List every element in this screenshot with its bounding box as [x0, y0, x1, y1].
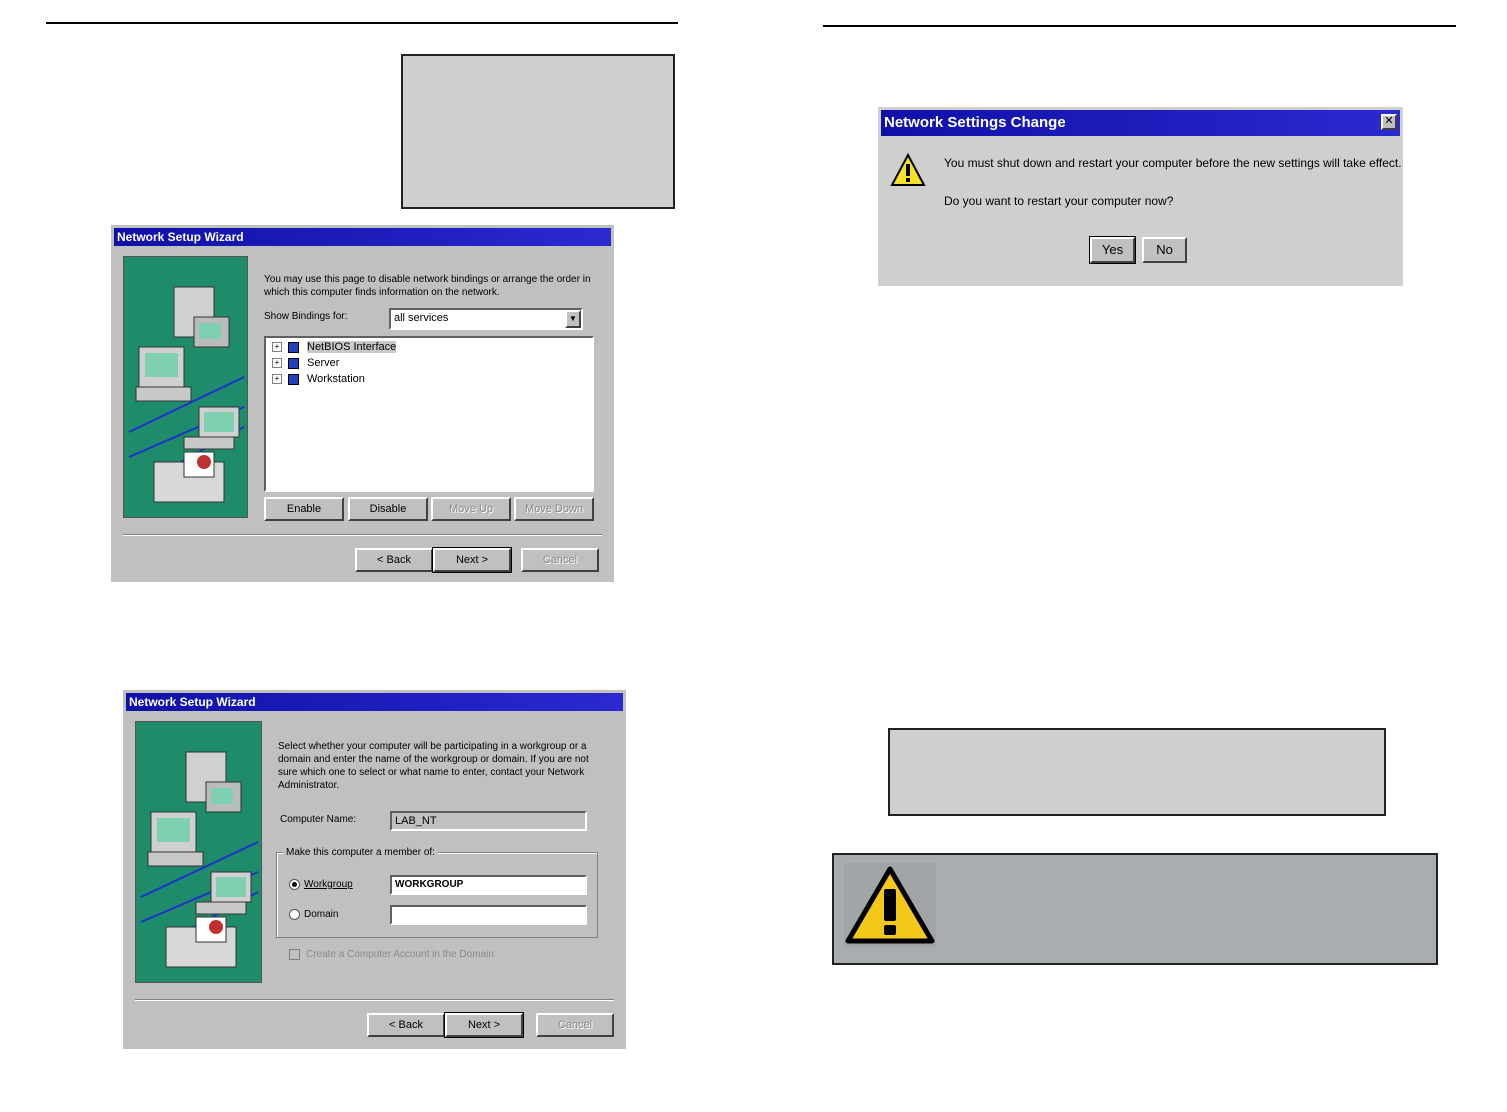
caution-triangle-icon [890, 153, 926, 186]
expand-icon[interactable]: + [272, 358, 282, 369]
network-icon [288, 373, 299, 385]
show-bindings-select[interactable]: all services ▼ [389, 308, 583, 330]
radio-selected-icon[interactable] [289, 878, 300, 890]
right-page-top-rule [823, 25, 1456, 27]
restart-question: Do you want to restart your computer now… [944, 194, 1174, 208]
network-icon [288, 357, 299, 369]
create-account-checkbox[interactable]: Create a Computer Account in the Domain [289, 948, 494, 961]
warning-triangle-icon [845, 866, 935, 944]
dialog-separator [135, 999, 614, 1001]
warning-box [832, 853, 1438, 965]
expand-icon[interactable]: + [272, 374, 282, 385]
back-button[interactable]: < Back [367, 1013, 445, 1037]
dialog-title: Network Settings Change [881, 110, 1400, 136]
tree-item[interactable]: + Workstation [272, 372, 365, 387]
workgroup-radio[interactable]: Workgroup [289, 878, 353, 891]
network-icon [288, 341, 299, 353]
network-computers-image [140, 751, 259, 968]
yes-button[interactable]: Yes [1089, 236, 1136, 264]
member-of-groupbox [276, 852, 598, 938]
cancel-button[interactable]: Cancel [521, 548, 599, 572]
next-button[interactable]: Next > [432, 547, 512, 573]
network-illustration [123, 256, 248, 518]
network-computers-image [128, 286, 245, 503]
network-setup-wizard-workgroup-dialog: Network Setup Wizard Select whether your… [123, 690, 626, 1049]
workgroup-label: Workgroup [304, 879, 353, 890]
tree-item[interactable]: + Server [272, 356, 339, 371]
left-page-top-rule [46, 22, 678, 24]
domain-radio[interactable]: Domain [289, 908, 338, 921]
bindings-description: You may use this page to disable network… [264, 274, 591, 298]
disable-button[interactable]: Disable [348, 497, 428, 521]
dialog-separator [123, 534, 602, 536]
show-bindings-value: all services [394, 312, 449, 324]
back-button[interactable]: < Back [355, 548, 433, 572]
no-button[interactable]: No [1142, 237, 1187, 263]
warning-icon-panel [844, 863, 936, 947]
computer-name-field: LAB_NT [390, 811, 587, 831]
enable-button[interactable]: Enable [264, 497, 344, 521]
move-up-button[interactable]: Move Up [431, 497, 511, 521]
network-illustration [135, 721, 262, 983]
network-setup-wizard-bindings-dialog: Network Setup Wizard You may use this pa… [111, 225, 614, 582]
note-box-top-left [401, 54, 675, 209]
workgroup-description: Select whether your computer will be par… [278, 741, 589, 791]
checkbox-icon[interactable] [289, 948, 300, 960]
next-button[interactable]: Next > [444, 1012, 524, 1038]
tree-item[interactable]: + NetBIOS Interface [272, 340, 397, 355]
domain-label: Domain [304, 909, 339, 920]
note-box-right [888, 728, 1386, 816]
dialog-title: Network Setup Wizard [126, 693, 623, 711]
dialog-title: Network Setup Wizard [114, 228, 611, 246]
bindings-tree[interactable]: + NetBIOS Interface + Server + Workstation [264, 336, 594, 492]
expand-icon[interactable]: + [272, 342, 282, 353]
computer-name-label: Computer Name: [280, 814, 357, 825]
workgroup-field[interactable]: WORKGROUP [390, 875, 587, 895]
close-icon[interactable]: ✕ [1381, 114, 1397, 130]
network-settings-change-dialog: Network Settings Change ✕ You must shut … [878, 107, 1403, 286]
cancel-button[interactable]: Cancel [536, 1013, 614, 1037]
move-down-button[interactable]: Move Down [514, 497, 594, 521]
restart-message: You must shut down and restart your comp… [944, 156, 1402, 170]
member-of-label: Make this computer a member of: [283, 846, 438, 859]
radio-empty-icon[interactable] [289, 908, 300, 920]
domain-field[interactable] [390, 905, 587, 925]
create-account-label: Create a Computer Account in the Domain [306, 949, 494, 960]
chevron-down-icon[interactable]: ▼ [565, 310, 581, 328]
show-bindings-label: Show Bindings for: [264, 311, 348, 322]
